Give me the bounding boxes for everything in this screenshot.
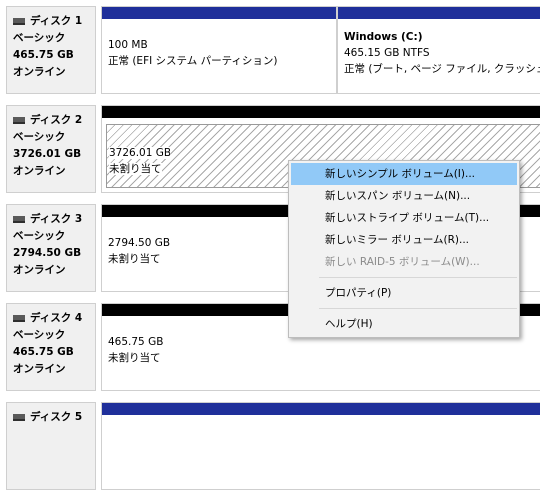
disk-name: ディスク 5: [30, 411, 83, 423]
partition-disk5[interactable]: [101, 402, 540, 490]
disk-label-3[interactable]: ディスク 3 ベーシック 2794.50 GB オンライン: [6, 204, 96, 292]
menu-item-new-raid5-volume: 新しい RAID-5 ボリューム(W)...: [325, 256, 480, 268]
disk-type: ベーシック: [13, 32, 66, 44]
context-menu: 新しいシンプル ボリューム(I)... 新しいスパン ボリューム(N)... 新…: [288, 160, 520, 338]
disk-type: ベーシック: [13, 230, 66, 242]
disk-icon: [13, 315, 25, 322]
disk-name: ディスク 3: [30, 213, 83, 225]
partition-bar: [102, 7, 336, 19]
partition-bar: [338, 7, 540, 19]
disk-icon: [13, 18, 25, 25]
disk-type: ベーシック: [13, 131, 66, 143]
disk-size: 3726.01 GB: [13, 148, 82, 160]
partition-size: 3726.01 GB: [109, 147, 172, 159]
partition-bar: [102, 106, 540, 118]
disk-label-1[interactable]: ディスク 1 ベーシック 465.75 GB オンライン: [6, 6, 96, 94]
disk-status: オンライン: [13, 66, 66, 78]
disk-name: ディスク 2: [30, 114, 83, 126]
disk-status: オンライン: [13, 363, 66, 375]
disk-label-4[interactable]: ディスク 4 ベーシック 465.75 GB オンライン: [6, 303, 96, 391]
partition-size: 465.15 GB NTFS: [344, 47, 430, 59]
menu-item-new-striped-volume[interactable]: 新しいストライプ ボリューム(T)...: [291, 207, 517, 229]
partition-status: 未割り当て: [108, 352, 161, 364]
partition-status: 正常 (ブート, ページ ファイル, クラッシュ ダン: [344, 63, 540, 75]
disk-type: ベーシック: [13, 329, 66, 341]
disk-icon: [13, 414, 25, 421]
partition-name: Windows (C:): [344, 31, 423, 43]
disk-icon: [13, 216, 25, 223]
partition-status: 正常 (EFI システム パーティション): [108, 55, 278, 67]
menu-separator: [319, 277, 517, 278]
disk-status: オンライン: [13, 264, 66, 276]
disk-name: ディスク 1: [30, 15, 83, 27]
partition-efi[interactable]: 100 MB 正常 (EFI システム パーティション): [101, 6, 337, 94]
menu-item-help[interactable]: ヘルプ(H): [291, 313, 517, 335]
partition-bar: [102, 403, 540, 415]
menu-item-new-simple-volume[interactable]: 新しいシンプル ボリューム(I)...: [291, 163, 517, 185]
menu-item-properties[interactable]: プロパティ(P): [291, 282, 517, 304]
disk-size: 2794.50 GB: [13, 247, 82, 259]
disk-label-5[interactable]: ディスク 5: [6, 402, 96, 490]
menu-item-new-spanned-volume[interactable]: 新しいスパン ボリューム(N)...: [291, 185, 517, 207]
disk-icon: [13, 117, 25, 124]
partition-size: 100 MB: [108, 39, 148, 51]
disk-status: オンライン: [13, 165, 66, 177]
partition-status: 未割り当て: [109, 163, 162, 175]
disk-name: ディスク 4: [30, 312, 83, 324]
disk-size: 465.75 GB: [13, 49, 74, 61]
disk-label-2[interactable]: ディスク 2 ベーシック 3726.01 GB オンライン: [6, 105, 96, 193]
partition-windows-c[interactable]: Windows (C:) 465.15 GB NTFS 正常 (ブート, ページ…: [337, 6, 540, 94]
disk-size: 465.75 GB: [13, 346, 74, 358]
menu-item-new-mirrored-volume[interactable]: 新しいミラー ボリューム(R)...: [291, 229, 517, 251]
menu-separator: [319, 308, 517, 309]
